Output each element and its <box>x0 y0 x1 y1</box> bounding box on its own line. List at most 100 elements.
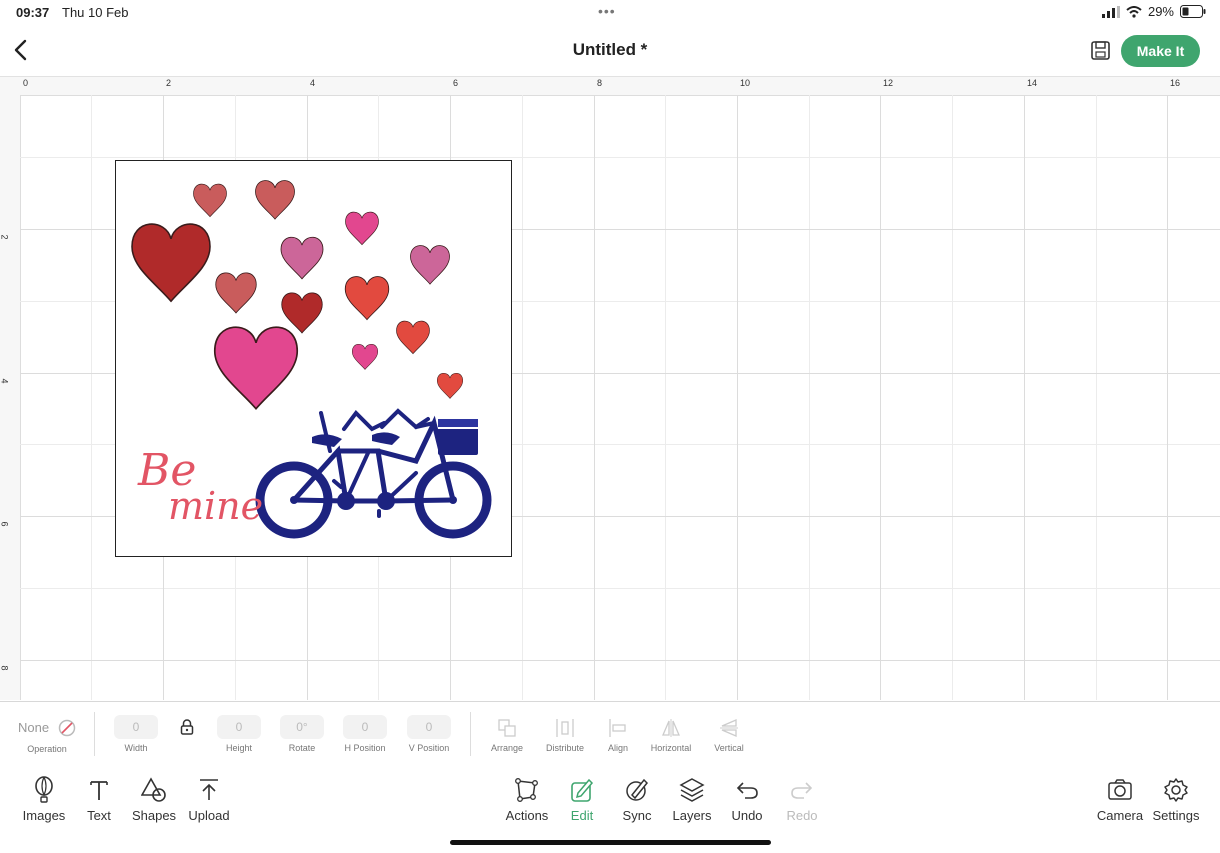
settings-label: Settings <box>1152 808 1200 823</box>
status-right: 29% <box>1101 4 1206 19</box>
camera-label: Camera <box>1096 808 1144 823</box>
text-t-icon <box>90 781 108 800</box>
camera-button[interactable]: Camera <box>1090 774 1150 823</box>
ruler-label: 0 <box>23 78 29 88</box>
layers-button[interactable]: Layers <box>662 774 722 823</box>
v-position-field[interactable]: 0 <box>407 715 451 739</box>
rotate-field[interactable]: 0° <box>280 715 324 739</box>
battery-percent: 29% <box>1147 4 1174 19</box>
vertical-label: Vertical <box>714 743 744 753</box>
sync-button[interactable]: Sync <box>607 774 667 823</box>
width-field[interactable]: 0 <box>114 715 158 739</box>
battery-icon <box>1180 5 1206 18</box>
ruler-label: 6 <box>453 78 459 88</box>
gear-icon <box>1164 778 1188 802</box>
redo-icon <box>791 782 813 799</box>
ruler-top: 0 2 4 6 8 10 12 14 16 <box>0 77 1220 96</box>
design-canvas[interactable]: 0 2 4 6 8 10 12 14 16 2 4 6 8 Be mine <box>0 77 1220 700</box>
project-title: Untitled * <box>572 40 648 59</box>
v-position-label: V Position <box>408 743 450 753</box>
flip-horizontal-icon[interactable] <box>661 718 681 738</box>
status-date: Thu 10 Feb <box>62 5 129 20</box>
ruler-left: 2 4 6 8 <box>0 95 21 700</box>
heart-shape <box>281 237 323 279</box>
actions-icon <box>515 778 538 802</box>
heart-shape <box>411 246 450 285</box>
ruler-label: 16 <box>1170 78 1181 88</box>
edit-label: Edit <box>570 808 594 823</box>
heart-shape <box>215 327 298 409</box>
heart-shape <box>132 224 210 301</box>
arrange-icon[interactable] <box>497 718 517 738</box>
ruler-label: 6 <box>0 521 10 527</box>
heart-shape <box>352 344 378 369</box>
back-chevron-icon[interactable] <box>10 38 34 62</box>
shapes-label: Shapes <box>131 808 177 823</box>
text-mine[interactable]: mine <box>168 484 263 528</box>
heart-shape <box>397 321 430 354</box>
sync-pen-icon <box>626 778 649 801</box>
ruler-label: 8 <box>597 78 603 88</box>
undo-button[interactable]: Undo <box>717 774 777 823</box>
shapes-button[interactable]: Shapes <box>124 774 184 823</box>
height-field[interactable]: 0 <box>217 715 261 739</box>
edit-button[interactable]: Edit <box>552 774 612 823</box>
upload-label: Upload <box>188 808 230 823</box>
heart-shape <box>256 181 295 220</box>
no-operation-icon <box>58 719 76 737</box>
operation-control[interactable]: None Operation <box>10 702 84 766</box>
actions-label: Actions <box>505 808 549 823</box>
upload-button[interactable]: Upload <box>179 774 239 823</box>
wifi-icon <box>1126 5 1142 18</box>
ruler-label: 2 <box>0 234 10 240</box>
home-indicator[interactable] <box>450 840 771 845</box>
heart-shape <box>345 277 389 320</box>
redo-label: Redo <box>786 808 818 823</box>
shapes-icon <box>141 777 166 802</box>
text-button[interactable]: Text <box>69 774 129 823</box>
heart-shape <box>282 293 323 333</box>
status-bar: 09:37 Thu 10 Feb ••• 29% <box>0 0 1220 26</box>
redo-button[interactable]: Redo <box>772 774 832 823</box>
balloon-icon <box>35 776 53 803</box>
undo-icon <box>736 782 758 799</box>
ruler-label: 8 <box>0 665 10 671</box>
lock-icon[interactable] <box>180 719 194 735</box>
save-icon[interactable] <box>1090 40 1112 62</box>
multitasking-dots-icon[interactable]: ••• <box>598 3 616 19</box>
edit-icon <box>571 778 594 802</box>
operation-label: Operation <box>27 744 67 754</box>
undo-label: Undo <box>731 808 763 823</box>
ruler-label: 12 <box>883 78 894 88</box>
make-it-button[interactable]: Make It <box>1121 35 1200 67</box>
h-position-field[interactable]: 0 <box>343 715 387 739</box>
ruler-label: 4 <box>310 78 316 88</box>
heart-shape <box>216 273 257 313</box>
actions-button[interactable]: Actions <box>497 774 557 823</box>
images-button[interactable]: Images <box>14 774 74 823</box>
flip-vertical-icon[interactable] <box>719 718 739 738</box>
ruler-label: 14 <box>1027 78 1038 88</box>
distribute-icon[interactable] <box>555 718 575 738</box>
ruler-label: 2 <box>166 78 172 88</box>
heart-shape <box>194 184 227 217</box>
ruler-label: 4 <box>0 378 10 384</box>
settings-button[interactable]: Settings <box>1146 774 1206 823</box>
status-time: 09:37 <box>16 5 50 20</box>
images-label: Images <box>22 808 66 823</box>
layers-label: Layers <box>672 808 712 823</box>
heart-shape <box>437 373 463 398</box>
header: Untitled * Make It <box>0 26 1220 77</box>
align-icon[interactable] <box>608 718 628 738</box>
heart-shape <box>346 212 379 245</box>
text-label: Text <box>87 808 111 823</box>
ruler-label: 10 <box>740 78 751 88</box>
cellular-signal-icon <box>1101 5 1120 18</box>
layers-icon <box>679 778 705 802</box>
sync-label: Sync <box>622 808 652 823</box>
edit-toolbar: None Operation 0 Width 0 Height 0° Rotat… <box>0 701 1220 767</box>
width-label: Width <box>124 743 148 753</box>
camera-icon <box>1108 779 1132 800</box>
operation-value: None <box>18 720 50 735</box>
upload-icon <box>200 779 218 800</box>
